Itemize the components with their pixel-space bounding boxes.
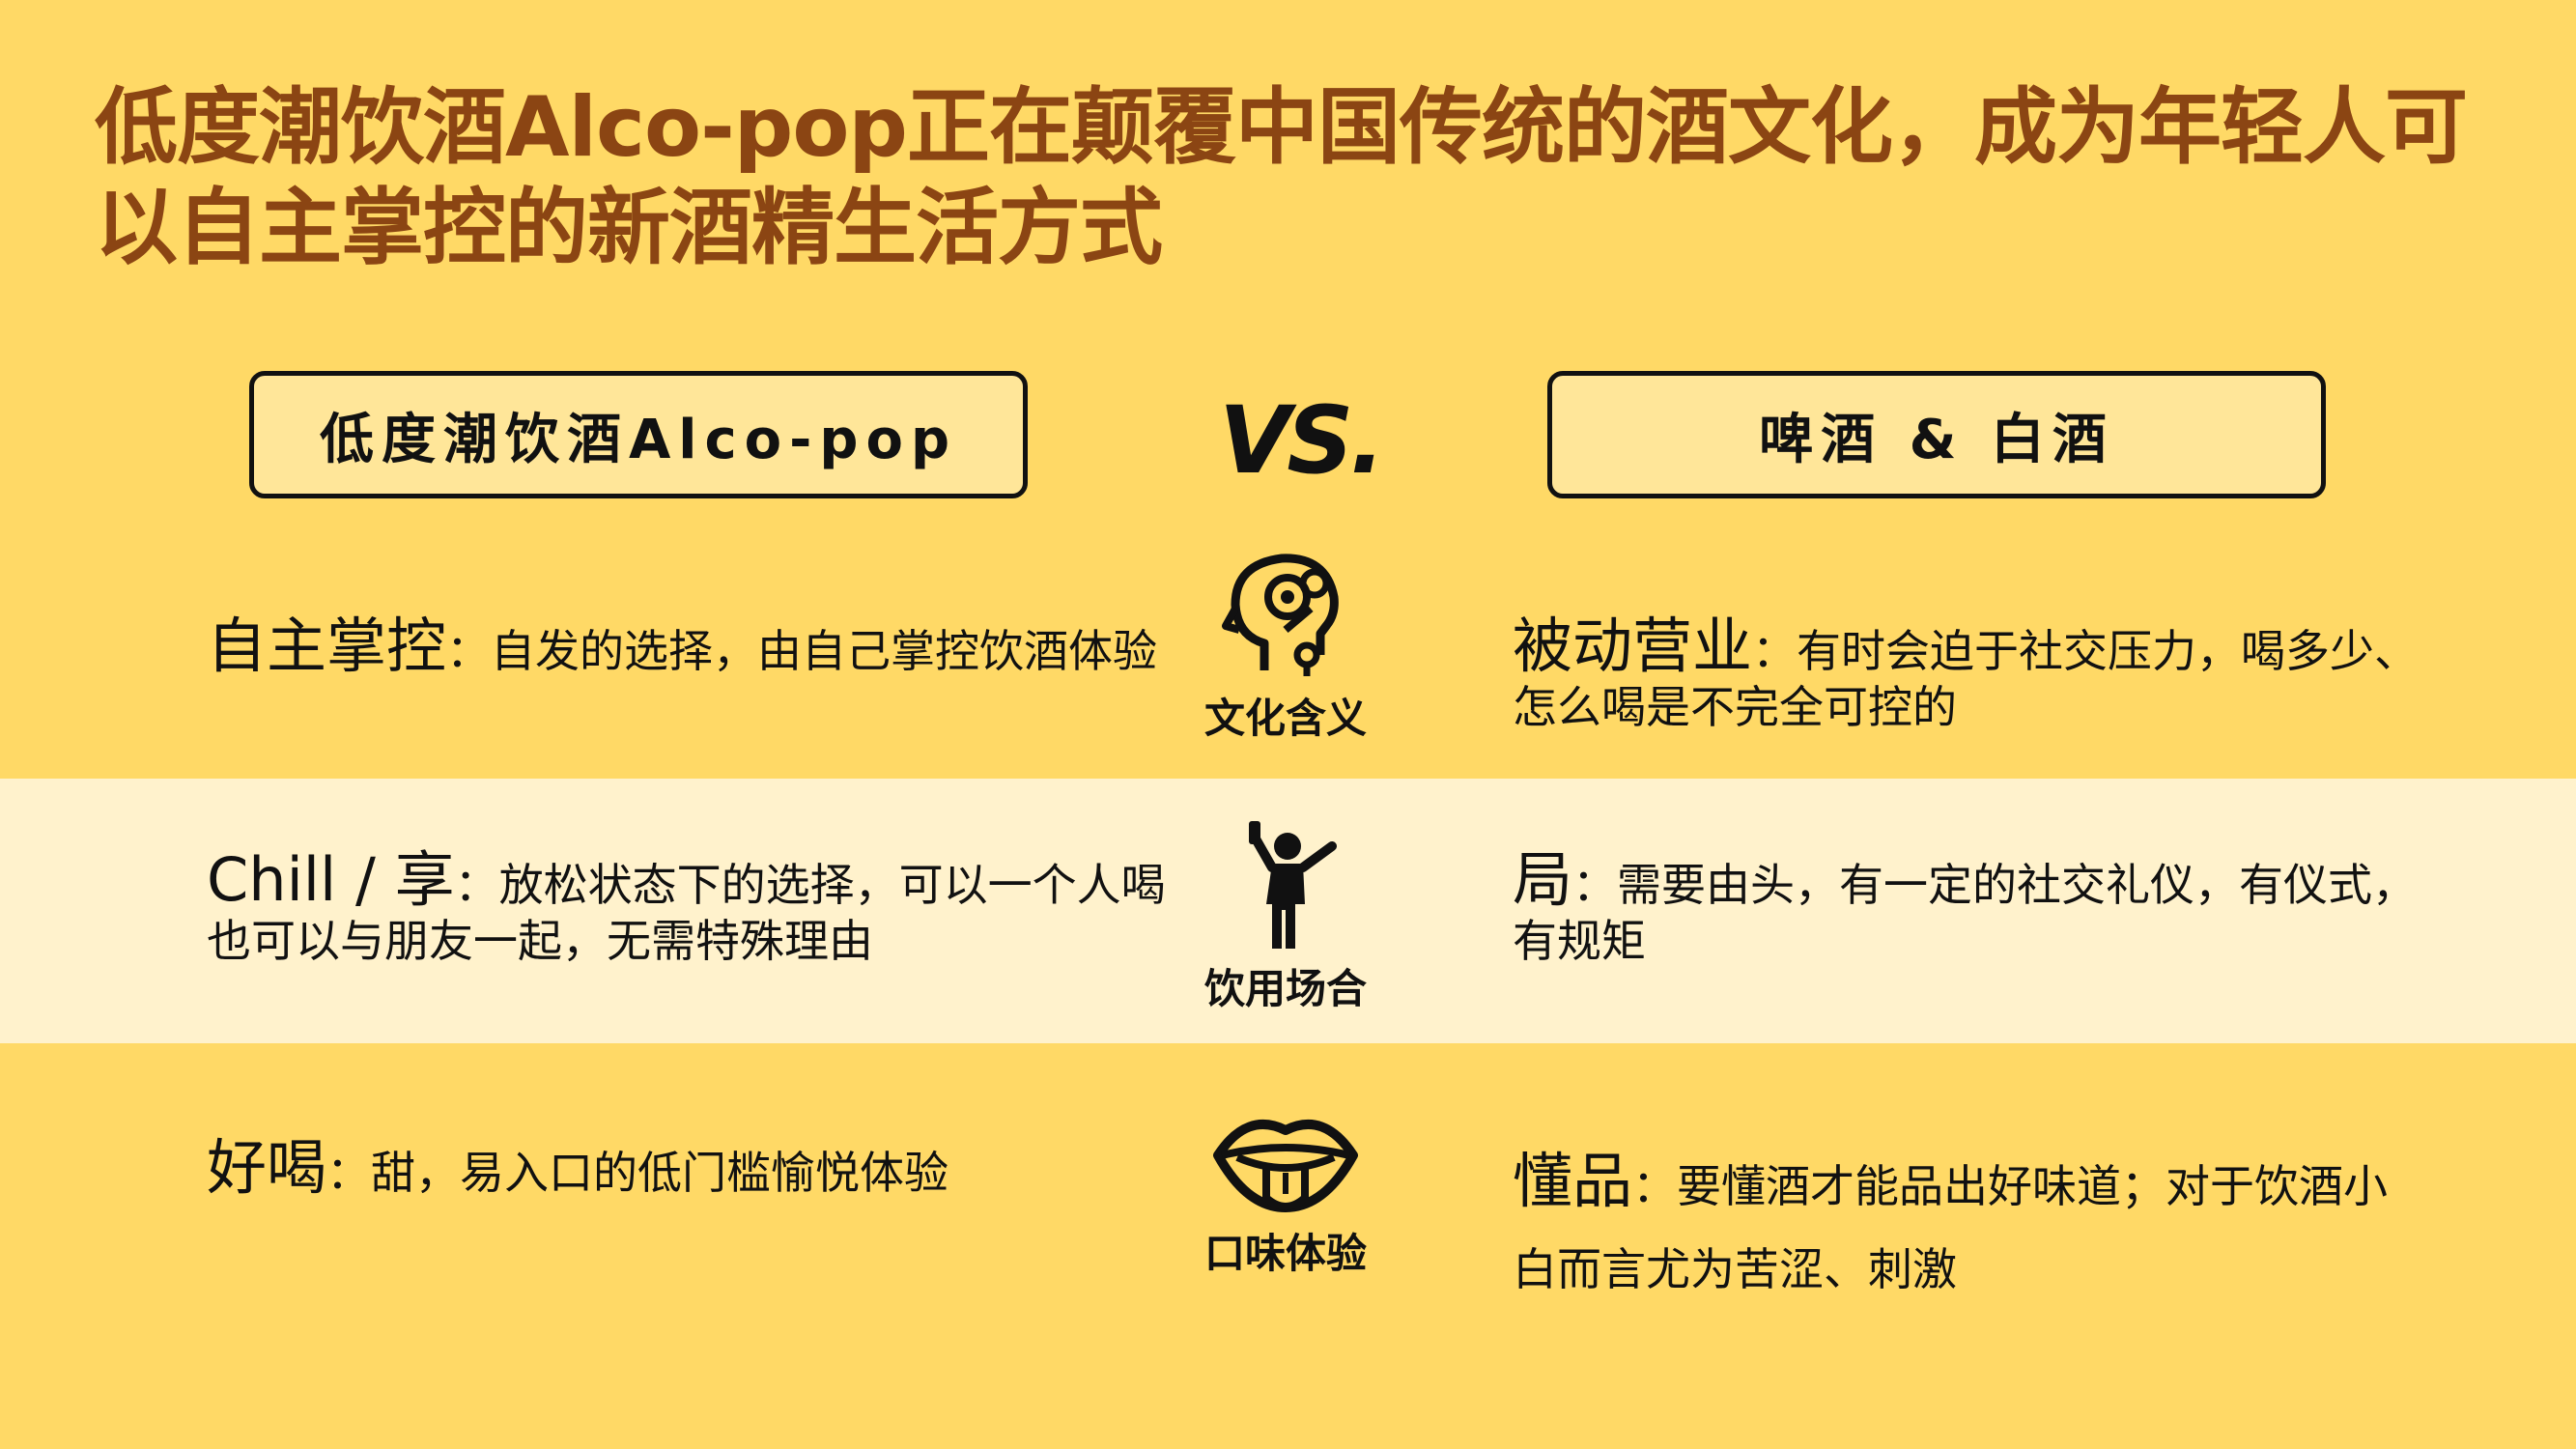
row3-left-text: ：甜，易入口的低门槛愉悦体验 <box>326 1147 949 1199</box>
page-title: 低度潮饮酒Alco-pop正在颠覆中国传统的酒文化，成为年轻人可以自主掌控的新酒… <box>95 79 2468 276</box>
row1-left-text: ：自发的选择，由自己掌控饮酒体验 <box>446 625 1158 677</box>
row3-left-key: 好喝 <box>207 1132 327 1203</box>
row2-left-key: Chill / 享 <box>207 844 455 915</box>
vs-label: VS. <box>1219 386 1385 495</box>
row3-right-text: ：要懂酒才能品出好味道；对于饮酒小白而言尤为苦涩、刺激 <box>1513 1160 2389 1295</box>
mouth-tongue-icon <box>1184 1101 1387 1217</box>
row2-right-text: ：需要由头，有一定的社交礼仪，有仪式，有规矩 <box>1513 859 2418 967</box>
row1-right-key: 被动营业 <box>1513 611 1753 681</box>
row3-right: 懂品：要懂酒才能品出好味道；对于饮酒小白而言尤为苦涩、刺激 <box>1513 1140 2420 1311</box>
row3-right-key: 懂品 <box>1513 1146 1633 1216</box>
row1-icon-block: 文化含义 <box>1184 547 1387 745</box>
category-culture: 文化含义 <box>1203 695 1367 742</box>
row3-left: 好喝：甜，易入口的低门槛愉悦体验 <box>207 1138 1173 1201</box>
row3-icon-block: 口味体验 <box>1184 1101 1387 1280</box>
row1-left-key: 自主掌控 <box>207 611 447 681</box>
header-beer-baijiu: 啤酒 & 白酒 <box>1547 371 2326 498</box>
row2-left: Chill / 享：放松状态下的选择，可以一个人喝也可以与朋友一起，无需特殊理由 <box>207 850 1173 969</box>
row2-right: 局：需要由头，有一定的社交礼仪，有仪式，有规矩 <box>1513 850 2420 969</box>
category-occasion: 饮用场合 <box>1203 965 1367 1012</box>
header-alco-pop: 低度潮饮酒Alco-pop <box>249 371 1028 498</box>
head-gears-icon <box>1184 547 1387 682</box>
row2-icon-block: 饮用场合 <box>1184 817 1387 1015</box>
row1-right: 被动营业：有时会迫于社交压力，喝多少、怎么喝是不完全可控的 <box>1513 616 2420 735</box>
category-taste: 口味体验 <box>1203 1230 1367 1277</box>
row1-left: 自主掌控：自发的选择，由自己掌控饮酒体验 <box>207 616 1173 679</box>
person-drinking-icon <box>1184 817 1387 952</box>
row2-right-key: 局 <box>1513 844 1573 915</box>
